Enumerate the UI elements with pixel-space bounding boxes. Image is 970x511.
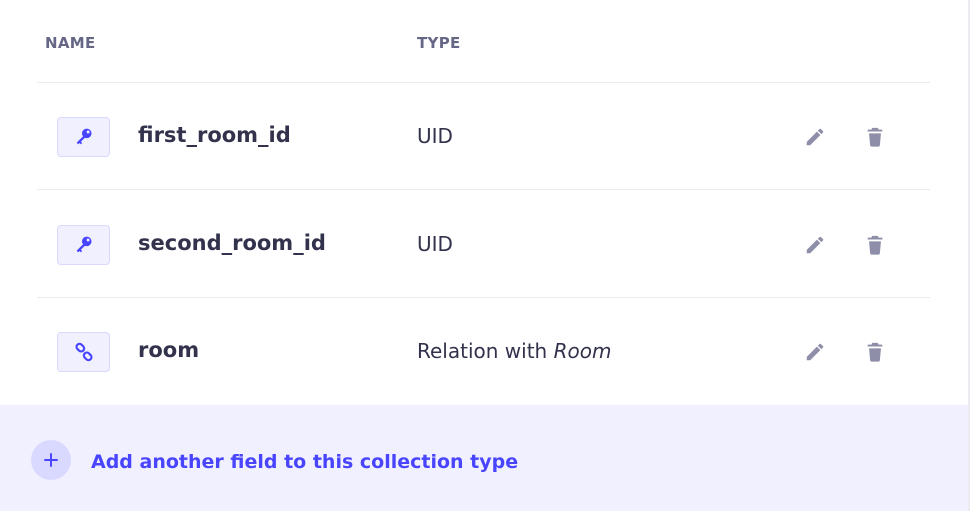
field-name: first_room_id xyxy=(138,123,291,147)
edit-button[interactable] xyxy=(801,231,829,259)
column-header-name: NAME xyxy=(45,34,96,52)
link-icon xyxy=(57,332,110,372)
field-name: second_room_id xyxy=(138,231,326,255)
field-type: UID xyxy=(417,232,453,256)
trash-icon xyxy=(867,342,883,362)
delete-button[interactable] xyxy=(861,338,889,366)
add-field-button[interactable] xyxy=(31,440,71,480)
plus-icon xyxy=(44,453,58,467)
field-name: room xyxy=(138,338,200,362)
fields-table: NAME TYPE first_room_id UID second_room_… xyxy=(0,0,968,372)
edit-button[interactable] xyxy=(801,123,829,151)
table-header: NAME TYPE xyxy=(0,0,968,83)
add-field-link[interactable]: Add another field to this collection typ… xyxy=(91,451,518,473)
field-type: Relation with Room xyxy=(417,339,612,363)
field-type: UID xyxy=(417,124,453,148)
column-header-type: TYPE xyxy=(417,34,461,52)
edit-button[interactable] xyxy=(801,338,829,366)
table-row: first_room_id UID xyxy=(0,83,968,191)
table-row: room Relation with Room xyxy=(0,298,968,406)
row-divider xyxy=(37,189,930,190)
pencil-icon xyxy=(806,236,824,254)
delete-button[interactable] xyxy=(861,231,889,259)
table-row: second_room_id UID xyxy=(0,191,968,299)
trash-icon xyxy=(867,235,883,255)
trash-icon xyxy=(867,127,883,147)
pencil-icon xyxy=(806,128,824,146)
delete-button[interactable] xyxy=(861,123,889,151)
pencil-icon xyxy=(806,343,824,361)
key-icon xyxy=(57,225,110,265)
key-icon xyxy=(57,117,110,157)
